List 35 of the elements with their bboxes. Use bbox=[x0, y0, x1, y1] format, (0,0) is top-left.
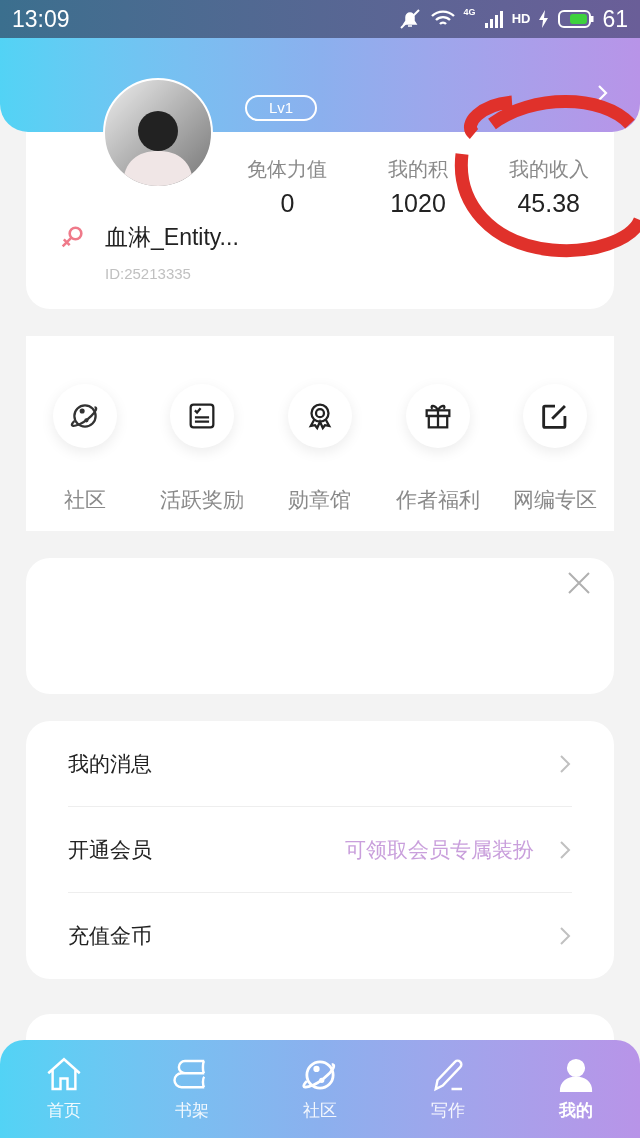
stat-label: 我的收入 bbox=[508, 157, 589, 182]
hd-label: HD bbox=[511, 10, 531, 29]
chevron-right-icon bbox=[558, 838, 572, 861]
signal-icon bbox=[483, 9, 504, 29]
user-name: 血淋_Entity... bbox=[105, 223, 239, 252]
shortcut-button[interactable]: 作者福利 bbox=[378, 384, 497, 531]
tab[interactable]: 首页 bbox=[0, 1054, 128, 1138]
tab[interactable]: 我的 bbox=[512, 1054, 640, 1138]
menu-item[interactable]: 我的消息 bbox=[68, 721, 572, 807]
menu-item[interactable]: 充值金币 bbox=[68, 893, 572, 979]
stat-value: 45.38 bbox=[517, 188, 580, 219]
stat-label: 我的积 bbox=[388, 157, 448, 182]
network-label: 4G bbox=[463, 5, 476, 19]
shortcut-button[interactable]: 勋章馆 bbox=[261, 384, 379, 531]
stat-label: 免体力值 bbox=[247, 157, 328, 182]
stat-value: 0 bbox=[280, 188, 295, 219]
battery-icon bbox=[558, 9, 595, 29]
chevron-right-icon bbox=[558, 925, 572, 947]
user-id: ID:25213335 bbox=[104, 263, 192, 284]
chevron-right-icon bbox=[558, 752, 572, 775]
chevron-right-icon bbox=[596, 83, 610, 103]
menu-hint: 可领取会员专属装扮 bbox=[345, 836, 534, 863]
shortcut-button[interactable]: 活跃奖励 bbox=[143, 384, 262, 531]
shortcut-button[interactable]: 网编专区 bbox=[496, 384, 614, 531]
tab[interactable]: 书架 bbox=[128, 1054, 256, 1138]
shortcut-button[interactable]: 社区 bbox=[26, 384, 144, 531]
charging-icon bbox=[538, 9, 551, 29]
menu-item[interactable]: 开通会员 可领取会员专属装扮 bbox=[68, 807, 572, 893]
level-badge: Lv1 bbox=[245, 95, 317, 121]
battery-level: 61 bbox=[602, 4, 628, 34]
close-icon[interactable] bbox=[566, 570, 592, 596]
stat-value: 1020 bbox=[390, 188, 446, 219]
tab[interactable]: 社区 bbox=[256, 1054, 384, 1138]
tab[interactable]: 写作 bbox=[384, 1054, 512, 1138]
clock: 13:09 bbox=[12, 4, 70, 34]
